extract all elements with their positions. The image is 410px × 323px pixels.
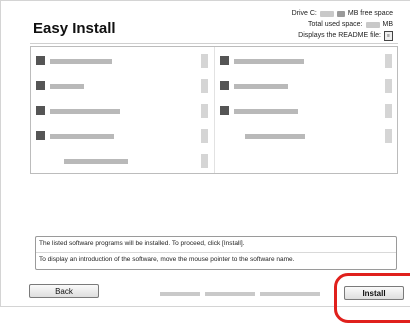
software-icon xyxy=(36,131,45,140)
footer-info xyxy=(260,292,320,296)
software-name xyxy=(50,134,114,139)
instruction-line-1: The listed software programs will be ins… xyxy=(39,240,245,247)
software-name xyxy=(50,109,120,114)
free-space-value-2 xyxy=(336,10,345,17)
software-size xyxy=(385,104,392,118)
free-space-label: MB free space xyxy=(347,10,393,17)
software-item[interactable] xyxy=(215,124,398,148)
software-size xyxy=(201,129,208,143)
install-button-highlight xyxy=(334,273,410,323)
software-icon xyxy=(220,106,229,115)
instructions-box: The listed software programs will be ins… xyxy=(35,236,397,270)
footer-info xyxy=(160,292,200,296)
software-item[interactable] xyxy=(215,74,398,98)
header-divider xyxy=(30,43,398,44)
software-name xyxy=(234,84,288,89)
software-item[interactable] xyxy=(31,149,214,173)
software-size xyxy=(201,79,208,93)
software-icon xyxy=(36,56,45,65)
total-used-label: Total used space: xyxy=(308,21,363,28)
instructions-divider xyxy=(36,252,396,253)
software-icon xyxy=(36,106,45,115)
total-used-unit: MB xyxy=(382,21,394,28)
software-name xyxy=(234,109,298,114)
software-list-right-column xyxy=(214,47,398,173)
software-name xyxy=(245,134,305,139)
software-name xyxy=(64,159,128,164)
disk-info: Drive C: MB free space Total used space:… xyxy=(292,8,393,41)
back-button[interactable]: Back xyxy=(29,284,99,298)
software-item[interactable] xyxy=(215,49,398,73)
software-icon xyxy=(220,81,229,90)
software-size xyxy=(385,79,392,93)
software-size xyxy=(385,129,392,143)
software-size xyxy=(201,154,208,168)
software-icon xyxy=(220,56,229,65)
drive-label: Drive C: xyxy=(291,10,317,17)
software-item[interactable] xyxy=(31,74,214,98)
free-space-value xyxy=(319,10,334,17)
software-icon xyxy=(36,81,45,90)
software-list-left-column xyxy=(31,47,214,173)
readme-row: Displays the README file: ≡ xyxy=(292,30,393,41)
software-item[interactable] xyxy=(31,49,214,73)
software-name xyxy=(50,84,84,89)
software-item[interactable] xyxy=(31,99,214,123)
software-size xyxy=(385,54,392,68)
readme-label: Displays the README file: xyxy=(298,32,381,39)
software-name xyxy=(234,59,304,64)
footer-info xyxy=(205,292,255,296)
instruction-line-2: To display an introduction of the softwa… xyxy=(39,256,295,263)
total-used-row: Total used space: MB xyxy=(292,19,393,30)
total-used-value xyxy=(365,21,380,28)
readme-file-icon[interactable]: ≡ xyxy=(384,30,393,41)
software-size xyxy=(201,104,208,118)
page-title: Easy Install xyxy=(33,20,116,37)
software-list xyxy=(30,46,398,174)
software-item[interactable] xyxy=(31,124,214,148)
software-size xyxy=(201,54,208,68)
software-item[interactable] xyxy=(215,99,398,123)
software-name xyxy=(50,59,112,64)
free-space-row: Drive C: MB free space xyxy=(292,8,393,19)
